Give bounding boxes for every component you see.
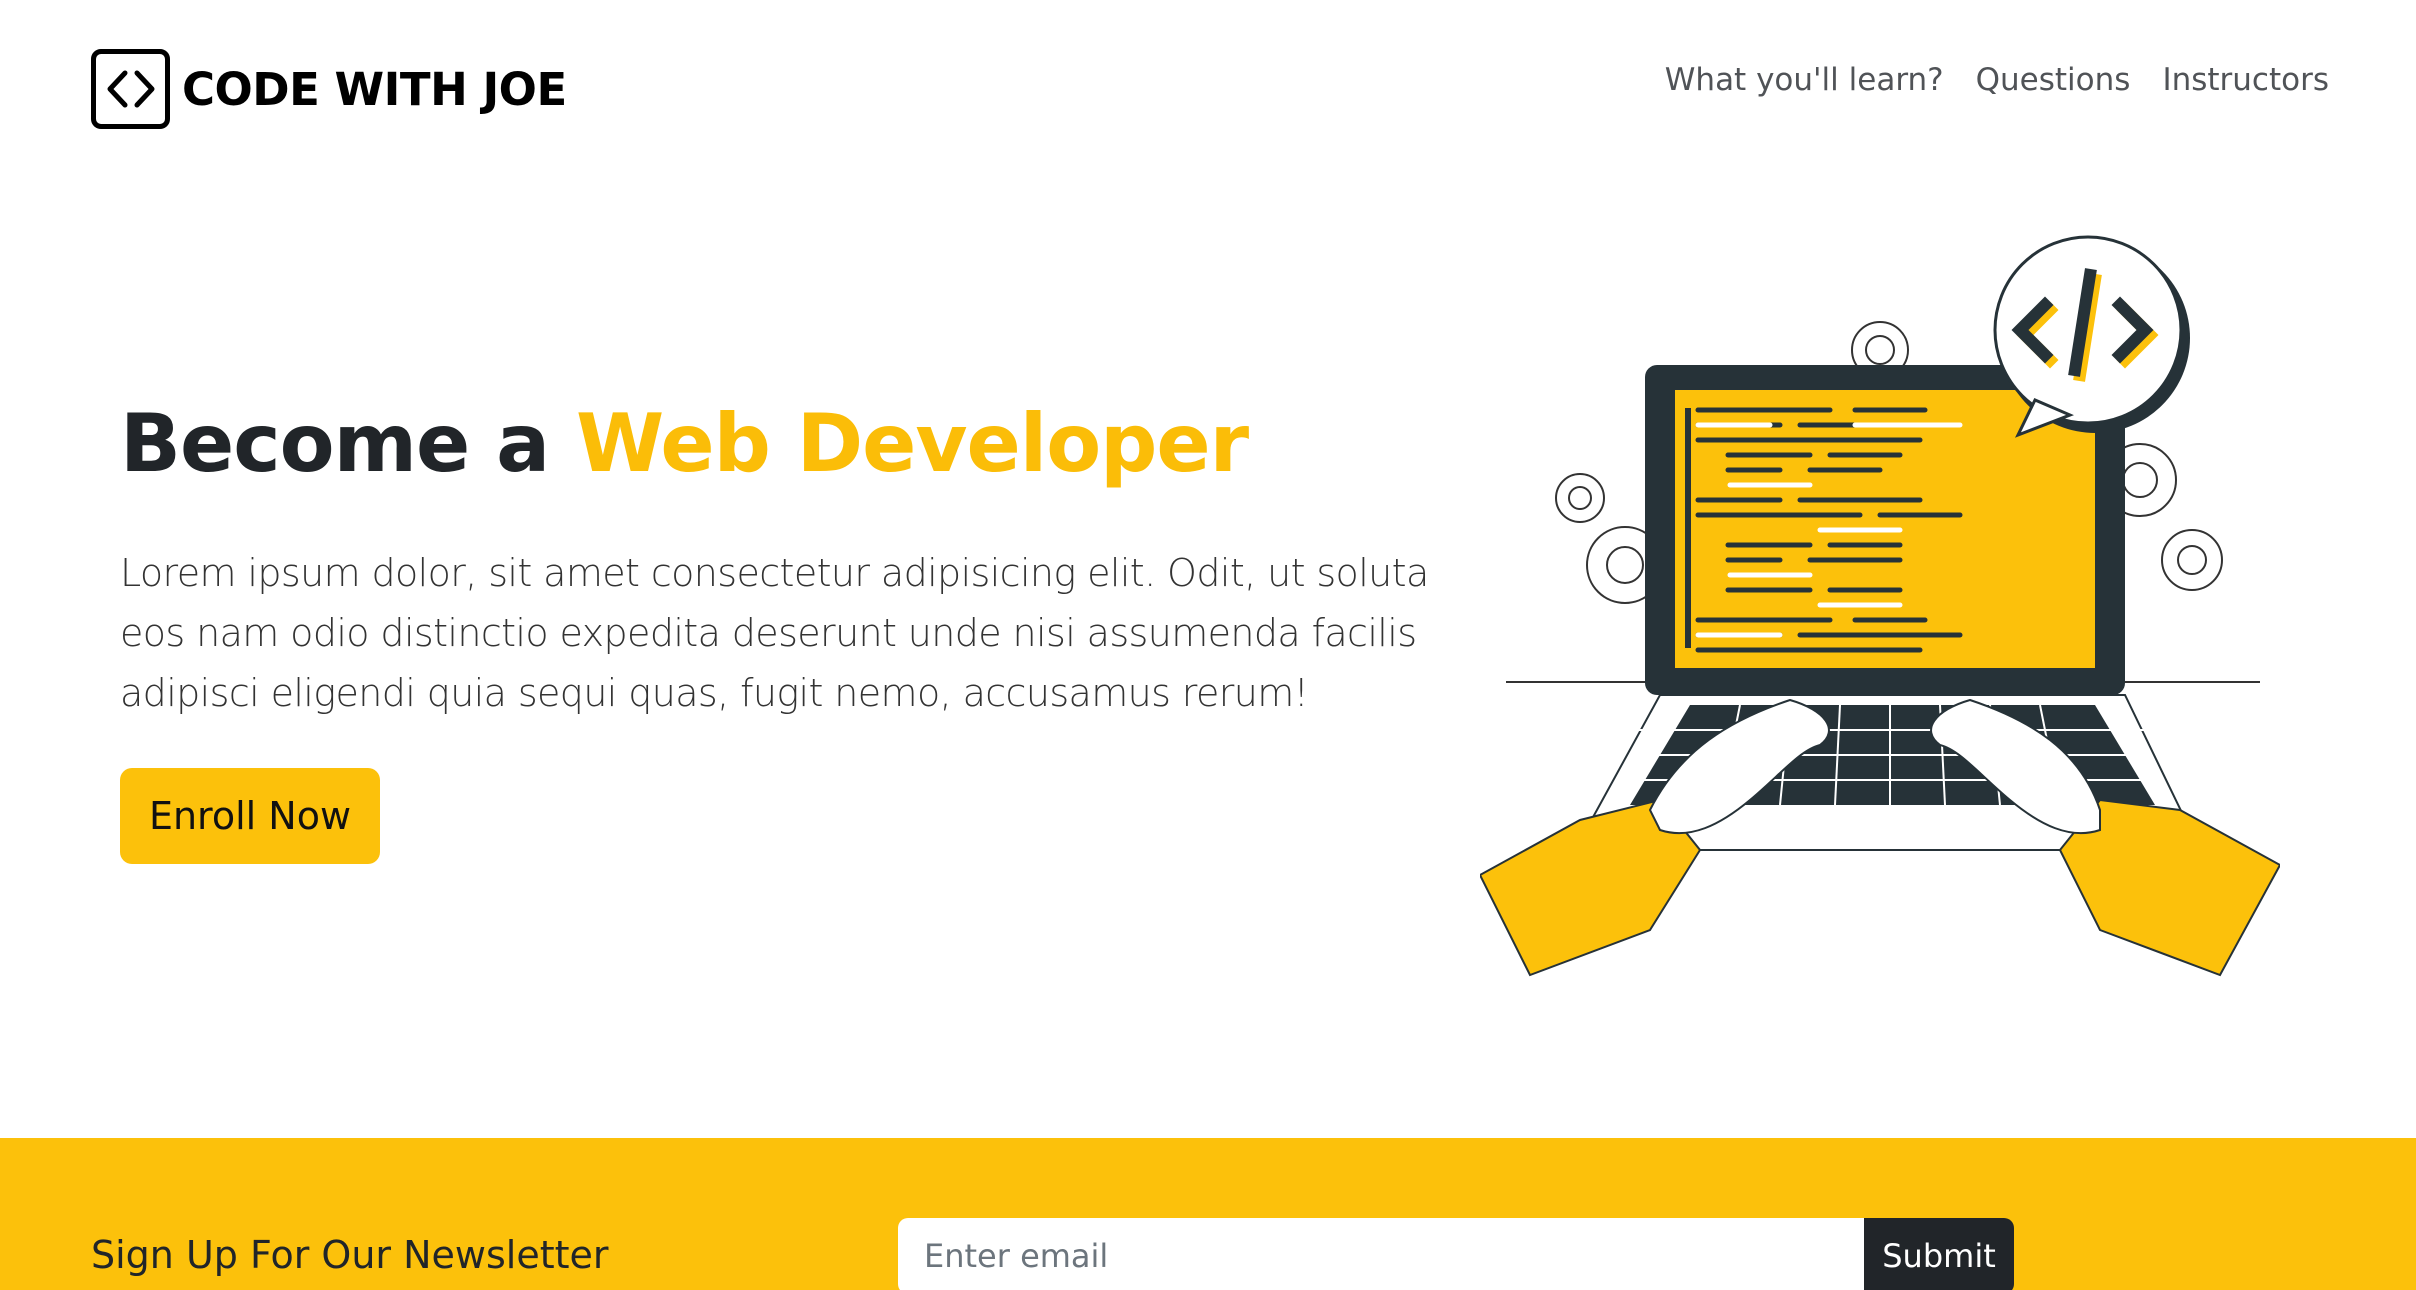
main-nav: What you'll learn? Questions Instructors (1665, 62, 2329, 98)
developer-laptop-illustration (1478, 230, 2282, 990)
hero-title-highlight: Web Developer (575, 397, 1249, 490)
newsletter-form: Submit (898, 1218, 2014, 1290)
newsletter-title: Sign Up For Our Newsletter (91, 1233, 609, 1277)
newsletter-section: Sign Up For Our Newsletter Submit (0, 1138, 2416, 1290)
nav-link-questions[interactable]: Questions (1976, 62, 2131, 98)
enroll-now-button[interactable]: Enroll Now (120, 768, 380, 864)
hero-title-prefix: Become a (120, 397, 550, 490)
nav-link-instructors[interactable]: Instructors (2162, 62, 2329, 98)
email-input[interactable] (898, 1218, 1864, 1290)
brand-name: CODE WITH JOE (182, 62, 567, 116)
code-brackets-icon (91, 49, 170, 129)
hero-title: Become a Web Developer (120, 397, 1249, 490)
hero-description: Lorem ipsum dolor, sit amet consectetur … (120, 551, 1429, 715)
submit-button[interactable]: Submit (1864, 1218, 2014, 1290)
nav-link-what-youll-learn[interactable]: What you'll learn? (1665, 62, 1944, 98)
brand-logo[interactable]: CODE WITH JOE (91, 49, 567, 129)
